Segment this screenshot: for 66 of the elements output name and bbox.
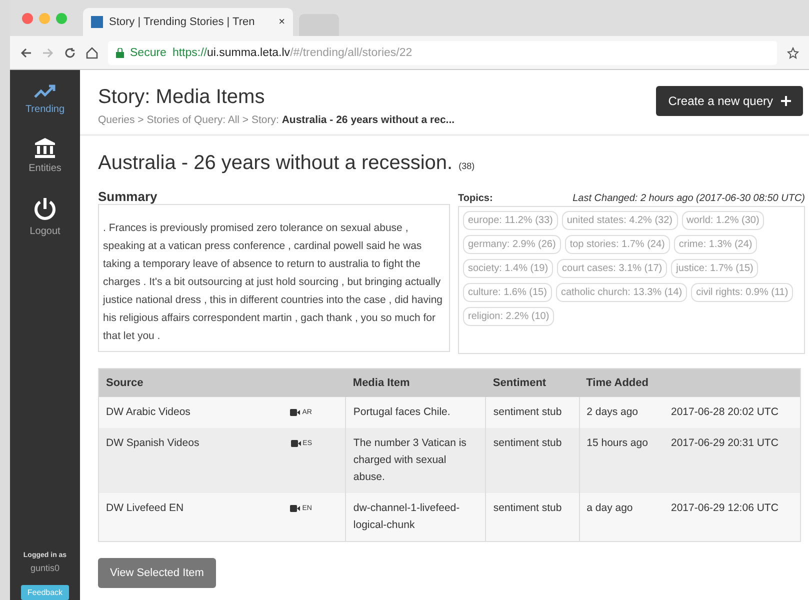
- lock-icon: [116, 48, 124, 58]
- topic-tag: court cases: 3.1% (17): [557, 259, 668, 278]
- last-changed-text: Last Changed: 2 hours ago (2017-06-30 08:50 UTC): [572, 193, 805, 204]
- reload-icon[interactable]: [64, 46, 76, 58]
- column-header: Source: [98, 368, 346, 397]
- topics-label: Topics:: [458, 193, 493, 204]
- table-cell: sentiment stub: [493, 437, 562, 449]
- video-icon: [290, 440, 301, 447]
- sidebar-item[interactable]: Logout: [30, 196, 60, 237]
- topic-tag: society: 1.4% (19): [463, 259, 554, 278]
- topic-tag: world: 1.2% (30): [682, 211, 764, 230]
- sidebar-item[interactable]: Entities: [28, 137, 62, 174]
- topic-tag: justice: 1.7% (15): [671, 259, 758, 278]
- trend-icon: [32, 84, 57, 100]
- home-icon[interactable]: [86, 46, 98, 58]
- table-cell: 2017-06-29 20:31 UTC: [671, 437, 778, 449]
- plus-icon: [781, 96, 791, 106]
- site-icon: [91, 16, 103, 28]
- star-icon[interactable]: [787, 46, 799, 58]
- column-header: Sentiment: [486, 368, 580, 397]
- table-cell: 2017-06-29 12:06 UTC: [671, 502, 778, 514]
- user-name: guntis0: [30, 563, 60, 573]
- forward-icon[interactable]: [42, 46, 54, 58]
- summary-text: . Frances is previously promised zero tolerance on sexual abuse , speaking at a vatican press conference , cardinal powell said he was taking a temporary leave of absence to return to australia to fight the charges . It's a bit outsourcing at just hold sourcing , but bringing actually justice national dress , this in different countries into the case , did having his religious affairs correspondent martin , gach thank , you so much for that let you .: [98, 204, 450, 352]
- column-header: Time Added: [579, 368, 800, 397]
- topic-tag: europe: 11.2% (33): [463, 211, 558, 230]
- topic-tag: crime: 1.3% (24): [674, 235, 758, 254]
- minimize-window-button[interactable]: [39, 12, 50, 24]
- table-cell: 15 hours ago: [586, 437, 648, 449]
- table-cell: dw-channel-1-livefeed-logical-chunk: [353, 502, 460, 531]
- table-cell: The number 3 Vatican is charged with sexual abuse.: [353, 437, 466, 483]
- topic-tag: religion: 2.2% (10): [463, 307, 554, 326]
- table-cell: 2017-06-28 20:02 UTC: [671, 406, 778, 418]
- table-cell-text: DW Arabic Videos: [106, 405, 190, 420]
- sidebar-item[interactable]: Trending: [25, 84, 65, 115]
- maximize-window-button[interactable]: [56, 12, 67, 24]
- create-query-button[interactable]: Create a new query: [656, 86, 803, 116]
- topic-tag: culture: 1.6% (15): [463, 283, 552, 302]
- browser-tab[interactable]: Story | Trending Stories | Tren ×: [83, 8, 293, 36]
- topic-tag: germany: 2.9% (26): [463, 235, 561, 254]
- topic-tag: top stories: 1.7% (24): [564, 235, 670, 254]
- video-icon: [290, 409, 300, 416]
- table-cell-text: DW Spanish Videos: [106, 436, 200, 451]
- video-icon: [290, 505, 300, 512]
- topic-tag: civil rights: 0.9% (11): [691, 283, 794, 302]
- breadcrumb: Queries > Stories of Query: All > Story: Australia - 26 years without a rec...: [98, 114, 455, 126]
- bank-icon: [34, 137, 56, 159]
- view-item-button[interactable]: View Selected Item: [98, 558, 216, 588]
- page-title: Story: Media Items: [98, 86, 266, 109]
- summary-heading: Summary: [98, 189, 158, 204]
- item-count: (38): [458, 161, 475, 171]
- table-cell-text: DW Livefeed EN: [106, 501, 184, 516]
- back-icon[interactable]: [20, 46, 32, 58]
- table-cell: a day ago: [586, 502, 633, 514]
- table-cell: Portugal faces Chile.: [353, 406, 450, 418]
- table-cell: 2 days ago: [586, 406, 638, 418]
- column-header: Media Item: [346, 368, 486, 397]
- close-icon[interactable]: ×: [278, 16, 285, 28]
- table-cell: sentiment stub: [493, 502, 562, 514]
- close-window-button[interactable]: [22, 12, 33, 24]
- topic-tag: catholic church: 13.3% (14): [556, 283, 688, 302]
- address-field[interactable]: Secure https://ui.summa.leta.lv/#/trending/all/stories/22: [108, 40, 777, 64]
- story-title: Australia - 26 years without a recession.: [98, 152, 453, 175]
- table-cell: sentiment stub: [493, 406, 562, 418]
- power-icon: [32, 196, 58, 222]
- topic-tag: united states: 4.2% (32): [562, 211, 678, 230]
